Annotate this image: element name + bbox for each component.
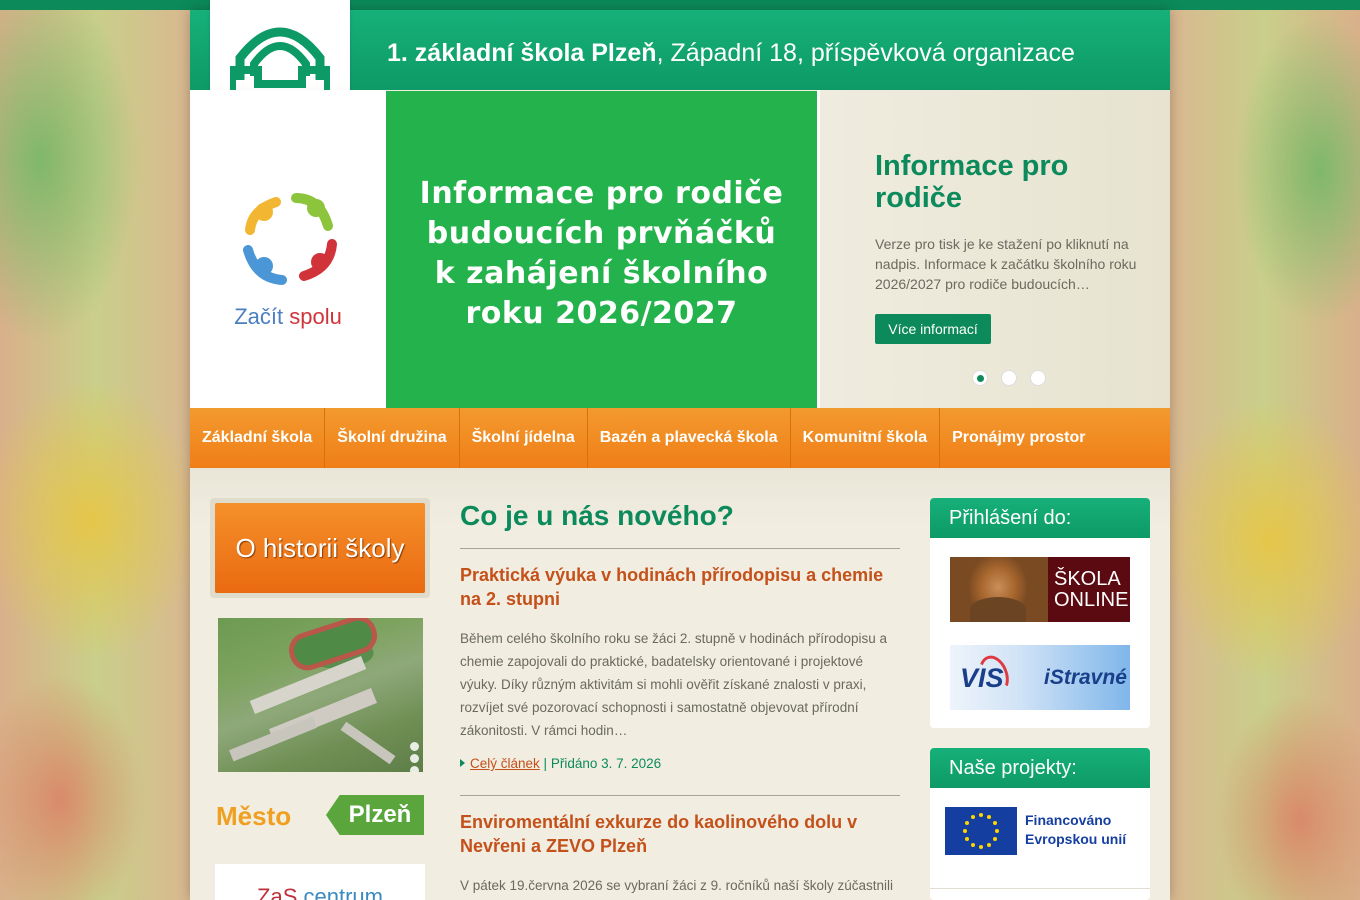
news-heading: Co je u nás nového? [460, 500, 734, 531]
top-bar [0, 0, 1360, 10]
map-control-icon[interactable] [410, 742, 419, 751]
istravne-label: iStravné [1044, 666, 1127, 689]
article-excerpt: V pátek 19.června 2026 se vybraní žáci z… [460, 878, 893, 893]
page-container: 1. základní škola Plzeň, Západní 18, pří… [190, 0, 1170, 900]
slide-line: roku 2026/2027 [465, 296, 738, 331]
eu-funding-text[interactable]: Financováno Evropskou unií [1025, 811, 1126, 849]
news-column: Co je u nás nového? Praktická výuka v ho… [460, 498, 900, 897]
arrow-right-icon [460, 759, 465, 767]
istravne-link[interactable]: VIS iStravné [950, 645, 1130, 710]
nav-item-zakladni-skola[interactable]: Základní škola [190, 408, 326, 468]
site-title[interactable]: 1. základní škola Plzeň, Západní 18, pří… [387, 39, 1075, 68]
slide-image[interactable]: Informace pro rodiče budoucích prvňáčků … [386, 91, 817, 408]
zacit-text: Začít [234, 304, 284, 329]
slider-dot-3[interactable] [1030, 370, 1046, 386]
skola-online-line2: ONLINE [1054, 588, 1129, 611]
zas-text: ZaS [257, 884, 298, 900]
nav-item-skolni-jidelna[interactable]: Školní jídelna [460, 408, 588, 468]
history-banner[interactable]: O historii školy [210, 498, 430, 598]
zas-centrum-text: ZaS centrum [215, 884, 425, 900]
centrum-text: centrum [303, 884, 383, 900]
slider-dot-2[interactable] [1001, 370, 1017, 386]
zacit-spolu-logo-icon [243, 193, 337, 285]
skola-online-link[interactable]: ŠKOLA ONLINE [950, 557, 1130, 622]
article-date: Přidáno 3. 7. 2026 [550, 756, 662, 771]
skola-online-label: ŠKOLA ONLINE [1048, 557, 1130, 622]
slider-dots [972, 370, 1046, 386]
article-title[interactable]: Praktická výuka v hodinách přírodopisu a… [460, 563, 900, 611]
map-control-icon[interactable] [410, 754, 419, 763]
mesto-plzen-banner[interactable]: Město Plzeň [216, 795, 424, 837]
slide-line: budoucích prvňáčků [426, 216, 777, 251]
slider-dot-1[interactable] [972, 370, 988, 386]
eu-flag-icon[interactable] [945, 807, 1017, 855]
nav-item-bazen[interactable]: Bazén a plavecká škola [588, 408, 791, 468]
full-article-link[interactable]: Celý článek [470, 756, 540, 771]
school-map-aerial[interactable] [218, 618, 423, 772]
divider [930, 888, 1150, 889]
slide-line: Informace pro rodiče [419, 176, 784, 211]
history-label: O historii školy [215, 503, 425, 593]
article-title[interactable]: Enviromentální exkurze do kaolinového do… [460, 810, 900, 858]
slide-line: k zahájení školního [434, 256, 769, 291]
site-title-rest: , Západní 18, příspěvková organizace [656, 39, 1075, 67]
map-building [229, 716, 317, 762]
meta-separator: | [543, 756, 548, 771]
skola-online-line1: ŠKOLA [1054, 567, 1121, 590]
map-control-icon[interactable] [410, 766, 419, 772]
nav-item-skolni-druzina[interactable]: Školní družina [325, 408, 460, 468]
slide-panel-text: Verze pro tisk je ke stažení po kliknutí… [875, 236, 1137, 292]
article-excerpt: Během celého školního roku se žáci 2. st… [460, 631, 888, 738]
news-article: Enviromentální exkurze do kaolinového do… [460, 796, 900, 897]
plzen-tag: Plzeň [326, 795, 424, 835]
eu-line-2: Evropskou unií [1025, 831, 1127, 847]
map-building [340, 721, 396, 765]
site-title-bold: 1. základní škola Plzeň [387, 39, 657, 67]
main-nav: Základní škola Školní družina Školní jíd… [190, 408, 1170, 468]
news-article: Praktická výuka v hodinách přírodopisu a… [460, 549, 900, 771]
login-heading: Přihlášení do: [930, 498, 1150, 538]
projects-heading: Naše projekty: [930, 748, 1150, 788]
projects-box: Naše projekty: Financováno Evropskou uni… [930, 748, 1150, 900]
vis-logo: VIS [960, 663, 1004, 693]
nav-item-komunitni-skola[interactable]: Komunitní škola [791, 408, 941, 468]
mesto-text: Město [216, 801, 292, 831]
eu-line-1: Financováno [1025, 812, 1112, 828]
article-meta: Celý článek | Přidáno 3. 7. 2026 [460, 756, 900, 771]
zacit-spolu-banner[interactable]: Začít spolu [190, 90, 386, 408]
login-box: Přihlášení do: ŠKOLA ONLINE VIS iStravné [930, 498, 1150, 728]
more-info-button[interactable]: Více informací [875, 314, 991, 344]
spolu-text: spolu [289, 304, 342, 329]
nav-item-pronajmy[interactable]: Pronájmy prostor [940, 408, 1097, 468]
skola-online-portrait [950, 557, 1048, 622]
zacit-spolu-text: Začít spolu [190, 304, 386, 330]
slide-info-panel: Informace pro rodiče Verze pro tisk je k… [817, 90, 1170, 408]
slide-panel-title[interactable]: Informace pro rodiče [875, 150, 1135, 214]
zas-centrum-banner[interactable]: ZaS centrum [215, 864, 425, 900]
slide-text: Informace pro rodiče budoucích prvňáčků … [386, 174, 817, 334]
